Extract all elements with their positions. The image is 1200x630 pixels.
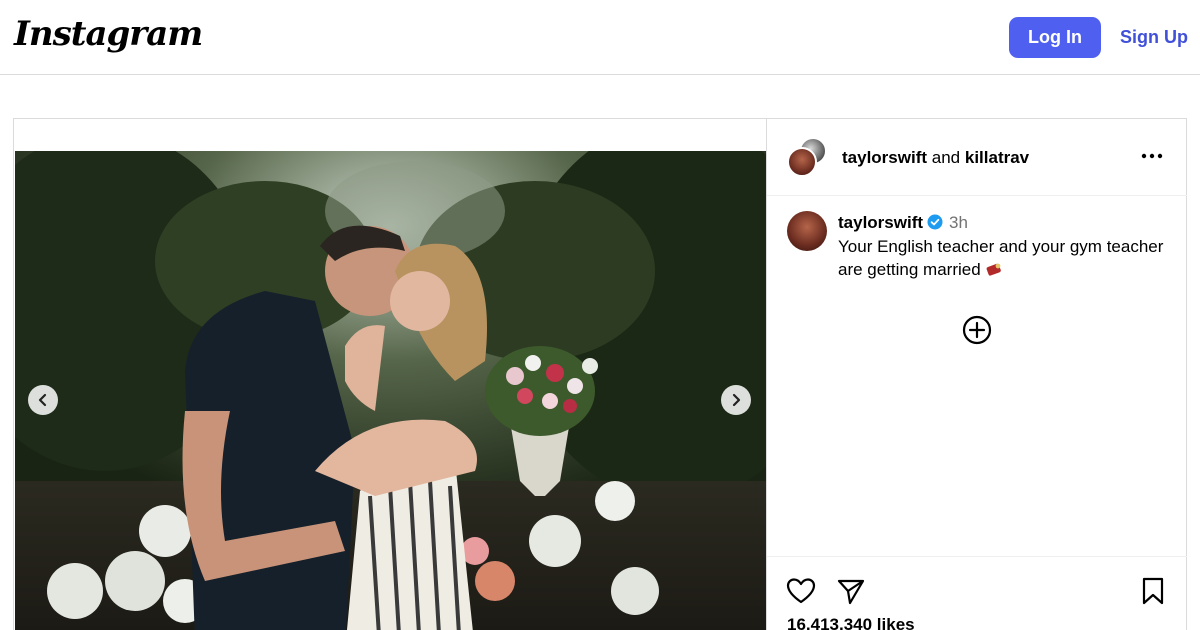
ring-emoji-icon (986, 263, 1001, 276)
signup-link[interactable]: Sign Up (1120, 27, 1188, 48)
post-card: taylorswift and killatrav taylorswift 3h… (13, 118, 1187, 630)
next-image-button[interactable] (721, 385, 751, 415)
author-connector: and (931, 148, 961, 167)
avatar-taylorswift (787, 147, 817, 177)
chevron-left-icon (38, 393, 47, 407)
collab-avatars[interactable] (787, 137, 831, 181)
more-options-icon[interactable] (1140, 146, 1164, 166)
post-photo[interactable] (15, 151, 766, 630)
author-link-secondary[interactable]: killatrav (965, 148, 1029, 167)
previous-image-button[interactable] (28, 385, 58, 415)
caption-timestamp[interactable]: 3h (949, 213, 968, 232)
instagram-logo[interactable]: Instagram (14, 14, 203, 54)
post-authors: taylorswift and killatrav (842, 148, 1029, 168)
top-navigation: Instagram Log In Sign Up (0, 0, 1200, 75)
likes-count[interactable]: 16,413,340 likes (787, 615, 915, 630)
heart-icon[interactable] (785, 575, 817, 607)
add-circle-icon[interactable] (962, 315, 992, 345)
post-media (14, 119, 766, 630)
verified-badge-icon (927, 214, 943, 230)
login-button[interactable]: Log In (1009, 17, 1101, 58)
post-actions: 16,413,340 likes (767, 556, 1187, 630)
caption-username[interactable]: taylorswift (838, 213, 923, 232)
post-sidebar: taylorswift and killatrav taylorswift 3h… (766, 119, 1187, 630)
author-link-primary[interactable]: taylorswift (842, 148, 927, 167)
caption-text: Your English teacher and your gym teache… (838, 235, 1168, 281)
caption-header: taylorswift 3h (838, 213, 968, 233)
chevron-right-icon (732, 393, 741, 407)
bookmark-icon[interactable] (1137, 575, 1169, 607)
post-header: taylorswift and killatrav (767, 119, 1187, 196)
share-icon[interactable] (835, 575, 867, 607)
garden-couple-photo (15, 151, 766, 630)
caption-avatar[interactable] (787, 211, 827, 251)
